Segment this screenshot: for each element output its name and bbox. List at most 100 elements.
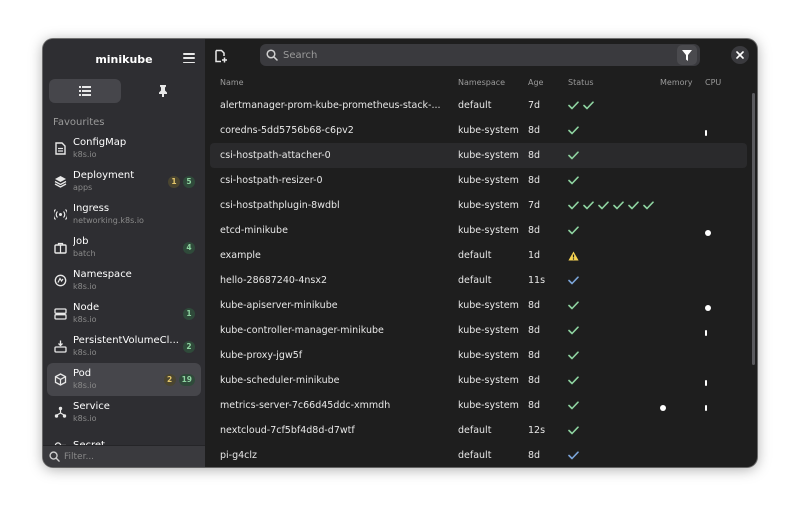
table-row[interactable]: etcd-minikube kube-system 8d [210,218,747,243]
pod-namespace: default [458,425,492,436]
sidebar-item-text: ConfigMap k8s.io [73,137,195,160]
pod-status [568,201,660,210]
pod-namespace: kube-system [458,300,519,311]
pod-name: csi-hostpathplugin-8wdbl [220,200,340,211]
view-switcher [43,79,205,103]
sidebar-item-job[interactable]: Job batch 4 [47,231,201,264]
table-row[interactable]: example default 1d [210,243,747,268]
running-check-icon [613,201,624,210]
running-check-icon [583,201,594,210]
pod-namespace: kube-system [458,125,519,136]
running-check-icon [568,401,579,410]
sidebar-item-group: k8s.io [73,348,97,357]
table-row[interactable]: kube-controller-manager-minikube kube-sys… [210,318,747,343]
sidebar-item-label: Ingress [73,203,110,214]
table-row[interactable]: kube-apiserver-minikube kube-system 8d [210,293,747,318]
sidebar-item-label: Pod [73,368,92,379]
table-row[interactable]: csi-hostpathplugin-8wdbl kube-system 7d [210,193,747,218]
search-icon [266,49,278,61]
pod-name: etcd-minikube [220,225,288,236]
column-memory[interactable]: Memory [660,78,705,87]
table-row[interactable]: csi-hostpath-resizer-0 kube-system 8d [210,168,747,193]
pod-status [568,226,660,235]
briefcase-icon [53,241,67,255]
running-check-icon [598,201,609,210]
pod-namespace: kube-system [458,350,519,361]
sidebar-item-service[interactable]: Service k8s.io [47,396,201,429]
sidebar-item-label: Namespace [73,269,132,280]
pod-namespace: kube-system [458,400,519,411]
pod-status [568,426,660,435]
new-resource-button[interactable] [214,48,228,63]
pod-age: 8d [528,400,541,411]
search-input[interactable] [283,49,653,61]
pod-namespace: default [458,250,492,261]
sidebar-item-deployment[interactable]: Deployment apps 1 5 [47,165,201,198]
toolbar [205,39,757,71]
pod-status [568,101,660,110]
sidebar-item-text: Node k8s.io [73,302,183,325]
sidebar-item-group: k8s.io [73,150,97,159]
sidebar-item-configmap[interactable]: ConfigMap k8s.io [47,132,201,165]
pod-name: csi-hostpath-resizer-0 [220,175,323,186]
pod-age: 1d [528,250,541,261]
table-row[interactable]: hello-28687240-4nsx2 default 11s [210,268,747,293]
running-check-icon [568,126,579,135]
column-name[interactable]: Name [220,78,458,87]
favourites-heading: Favourites [53,117,105,128]
table-row[interactable]: csi-hostpath-attacher-0 kube-system 8d [210,143,747,168]
pod-namespace: kube-system [458,200,519,211]
sidebar-item-text: Namespace k8s.io [73,269,195,292]
sidebar-item-node[interactable]: Node k8s.io 1 [47,297,201,330]
table-row[interactable]: pi-g4clz default 8d [210,443,747,467]
pinned-view-button[interactable] [127,79,199,103]
filter-input[interactable]: Filter... [64,452,94,462]
sidebar-item-text: Ingress networking.k8s.io [73,203,195,226]
sidebar-item-secret[interactable]: Secret [47,429,201,445]
table-row[interactable]: coredns-5dd5756b68-c6pv2 kube-system 8d [210,118,747,143]
close-button[interactable] [731,46,749,64]
new-document-icon [215,49,227,63]
pod-age: 8d [528,300,541,311]
pod-name: kube-scheduler-minikube [220,375,340,386]
pod-namespace: kube-system [458,225,519,236]
count-badge: 2 [183,340,195,353]
table-row[interactable]: alertmanager-prom-kube-prometheus-stack-… [210,93,747,118]
cube-icon [53,373,67,387]
pod-namespace: kube-system [458,175,519,186]
table-row[interactable]: kube-scheduler-minikube kube-system 8d [210,368,747,393]
pod-status [568,151,660,160]
filter-button[interactable] [677,45,697,65]
pod-age: 7d [528,200,541,211]
sidebar-item-label: ConfigMap [73,137,127,148]
table-row[interactable]: kube-proxy-jgw5f kube-system 8d [210,343,747,368]
sidebar-item-text: PersistentVolumeCl... k8s.io [73,335,183,358]
column-status[interactable]: Status [568,78,660,87]
scrollbar[interactable] [752,93,755,365]
sidebar-item-text: Secret [73,440,195,446]
pod-age: 8d [528,325,541,336]
pod-namespace: kube-system [458,150,519,161]
column-age[interactable]: Age [528,78,568,87]
sidebar-item-persistentvolumecl[interactable]: PersistentVolumeCl... k8s.io 2 [47,330,201,363]
key-icon [53,439,67,445]
sidebar-item-label: Node [73,302,100,313]
column-cpu[interactable]: CPU [705,78,741,87]
pod-namespace: default [458,100,492,111]
pod-name: csi-hostpath-attacher-0 [220,150,331,161]
filter-bar[interactable]: Filter... [43,445,205,467]
sidebar-item-pod[interactable]: Pod k8s.io 2 19 [47,363,201,396]
table-row[interactable]: metrics-server-7c66d45ddc-xmmdh kube-syst… [210,393,747,418]
menu-icon[interactable] [183,53,195,63]
list-view-button[interactable] [49,79,121,103]
column-namespace[interactable]: Namespace [458,78,528,87]
sidebar-item-label: Service [73,401,110,412]
pod-name: pi-g4clz [220,450,258,461]
pod-name: metrics-server-7c66d45ddc-xmmdh [220,400,391,411]
pod-name: alertmanager-prom-kube-prometheus-stack-… [220,100,441,111]
pod-namespace: kube-system [458,325,519,336]
sidebar-item-namespace[interactable]: Namespace k8s.io [47,264,201,297]
sidebar-item-ingress[interactable]: Ingress networking.k8s.io [47,198,201,231]
table-row[interactable]: nextcloud-7cf5bf4d8d-d7wtf default 12s [210,418,747,443]
server-icon [53,307,67,321]
